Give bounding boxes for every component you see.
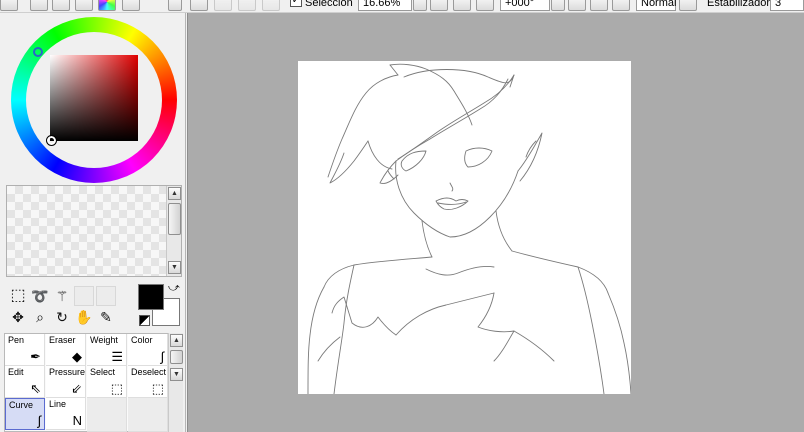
tool-edit[interactable]: Edit ⇖ — [5, 366, 45, 398]
tool-label: Pressure — [49, 367, 86, 377]
invert-selection-button[interactable] — [214, 0, 232, 11]
curve-icon: ∫ — [37, 413, 41, 428]
rotation-value: +000° — [505, 0, 535, 9]
show-selection-button[interactable] — [238, 0, 256, 11]
tool-curve[interactable]: Curve ∫ — [5, 398, 45, 430]
tool-icons: ⬚ ➰ ⚚ ✥ ⌕ ↻ ✋ ✎ ⤻ — [0, 281, 186, 331]
color-wheel-toggle-button[interactable] — [0, 0, 18, 11]
zoom-in-button[interactable] — [453, 0, 471, 11]
hue-marker[interactable] — [33, 47, 43, 57]
deselect-icon: ⬚ — [151, 381, 164, 396]
swatches-toggle-button[interactable] — [98, 0, 116, 11]
tool-label: Edit — [8, 367, 24, 377]
zoom-dropdown-button[interactable] — [413, 0, 427, 11]
scroll-up-arrow-icon[interactable]: ▲ — [170, 334, 183, 347]
tool-line[interactable]: Line N — [46, 398, 86, 430]
pressure-icon: ⇙ — [71, 381, 82, 396]
rotate-right-button[interactable] — [590, 0, 608, 11]
tool-deselect[interactable]: Deselect ⬚ — [128, 366, 168, 398]
zoom-value: 16.66% — [363, 0, 401, 9]
scratchpad-scrollbar[interactable]: ▲ ▼ — [166, 186, 181, 276]
scratchpad-toggle-button[interactable] — [122, 0, 140, 11]
scrollbar-thumb[interactable] — [170, 350, 183, 364]
tool-label: Pen — [8, 335, 25, 345]
empty-tool-slot — [74, 286, 94, 306]
line-icon: N — [72, 413, 82, 428]
deselect-button[interactable] — [190, 0, 208, 11]
selection-checkbox[interactable]: ✓ — [290, 0, 302, 7]
empty-tool-slot — [87, 398, 127, 432]
tool-label: Deselect — [131, 367, 167, 377]
color-mixer-toggle-button[interactable] — [75, 0, 93, 11]
swap-colors-icon[interactable]: ⤻ — [168, 282, 180, 295]
tool-select[interactable]: Select ⬚ — [87, 366, 127, 398]
foreground-color-swatch[interactable] — [138, 284, 164, 310]
pen-icon: ✒ — [30, 349, 41, 364]
saturation-value-square[interactable] — [50, 55, 138, 141]
zoom-reset-button[interactable] — [476, 0, 494, 11]
zoom-out-button[interactable] — [430, 0, 448, 11]
weight-icon: ☰ — [111, 349, 123, 364]
stabilizer-label: Estabilizador — [707, 0, 770, 9]
rotation-field[interactable]: +000° — [500, 0, 550, 11]
tool-eraser[interactable]: Eraser ◆ — [46, 334, 86, 366]
left-panel: ▲ ▼ ⬚ ➰ ⚚ ✥ ⌕ ↻ ✋ ✎ ⤻ Pen ✒ Eraser ◆ Wei… — [0, 13, 186, 432]
line-art-sketch — [307, 63, 632, 395]
empty-tool-slot — [96, 286, 116, 306]
sv-marker[interactable] — [46, 135, 57, 146]
rotation-reset-button[interactable] — [612, 0, 630, 11]
color-hsv-toggle-button[interactable] — [52, 0, 70, 11]
selection-label: Selección — [305, 0, 353, 9]
toolbar: ✓ Selección 16.66% +000° Normal Estabili… — [0, 0, 804, 13]
rotate-icon[interactable]: ↻ — [52, 307, 72, 327]
tool-label: Select — [90, 367, 116, 377]
color-wheel-panel — [0, 13, 186, 183]
tool-pen[interactable]: Pen ✒ — [5, 334, 45, 366]
canvas-workspace[interactable] — [187, 13, 804, 432]
lasso-icon[interactable]: ➰ — [30, 286, 50, 306]
eyedropper-icon[interactable]: ✎ — [96, 307, 116, 327]
empty-tool-slot — [128, 398, 168, 432]
zoom-field[interactable]: 16.66% — [358, 0, 412, 11]
tool-pressure[interactable]: Pressure ⇙ — [46, 366, 86, 398]
hand-icon[interactable]: ✋ — [74, 307, 94, 327]
paint-tool-sai-window: ✓ Selección 16.66% +000° Normal Estabili… — [0, 0, 804, 432]
flip-horizontal-button[interactable] — [679, 0, 697, 11]
move-icon[interactable]: ✥ — [8, 307, 28, 327]
eraser-icon: ◆ — [72, 349, 82, 364]
tool-label: Curve — [9, 400, 34, 410]
scratchpad[interactable]: ▲ ▼ — [6, 185, 182, 277]
blend-mode-value: Normal — [641, 0, 677, 9]
reset-colors-icon[interactable] — [139, 315, 150, 326]
brush-tool-grid: Pen ✒ Eraser ◆ Weight ☰ Color ∫ Edit ⇖ P… — [4, 333, 168, 432]
stabilizer-value: 3 — [775, 0, 782, 9]
rotation-dropdown-button[interactable] — [551, 0, 565, 11]
drawing-canvas[interactable] — [298, 61, 632, 395]
blend-mode-select[interactable]: Normal — [636, 0, 676, 11]
scroll-down-arrow-icon[interactable]: ▼ — [170, 368, 183, 381]
tool-label: Weight — [90, 335, 118, 345]
zoom-icon[interactable]: ⌕ — [30, 307, 50, 327]
tool-label: Eraser — [49, 335, 76, 345]
magic-wand-icon[interactable]: ⚚ — [52, 286, 72, 306]
brush-grid-scrollbar[interactable]: ▲ ▼ — [168, 333, 183, 432]
scrollbar-thumb[interactable] — [168, 203, 181, 235]
tool-weight[interactable]: Weight ☰ — [87, 334, 127, 366]
select-icon: ⬚ — [110, 381, 123, 396]
menu-chevron-icon[interactable] — [168, 0, 182, 11]
tool-label: Color — [131, 335, 153, 345]
color-rgb-toggle-button[interactable] — [30, 0, 48, 11]
rotate-left-button[interactable] — [568, 0, 586, 11]
stabilizer-select[interactable]: 3 — [770, 0, 804, 11]
edit-arrow-icon: ⇖ — [30, 381, 41, 396]
scroll-up-arrow-icon[interactable]: ▲ — [168, 187, 181, 200]
hide-selection-button[interactable] — [262, 0, 280, 11]
color-icon: ∫ — [160, 349, 164, 364]
rect-select-icon[interactable]: ⬚ — [8, 286, 28, 306]
tool-color[interactable]: Color ∫ — [128, 334, 168, 366]
scroll-down-arrow-icon[interactable]: ▼ — [168, 261, 181, 274]
tool-label: Line — [49, 399, 67, 409]
